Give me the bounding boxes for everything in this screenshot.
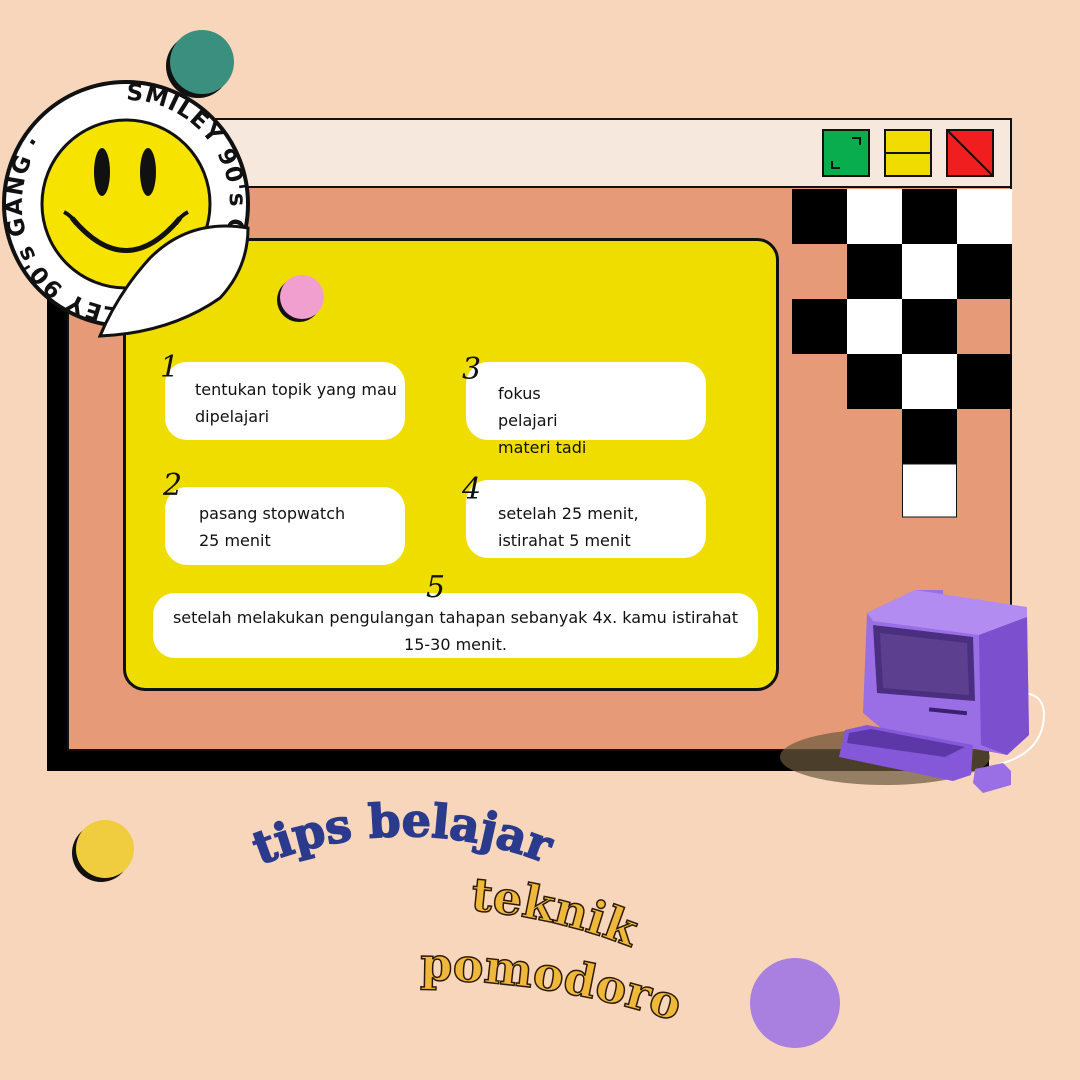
step-text-4: setelah 25 menit, istirahat 5 menit [498, 504, 639, 550]
minimize-icon [886, 152, 930, 154]
step-card-2: pasang stopwatch 25 menit [165, 487, 405, 565]
maximize-button[interactable] [822, 129, 870, 177]
smiley-sticker: SMILEY 90's GANG · SMILEY 90's GANG · [2, 80, 250, 338]
step-card-3: fokus pelajari materi tadi [466, 362, 706, 457]
minimize-button[interactable] [884, 129, 932, 177]
step-number-4: 4 [462, 472, 482, 507]
pink-dot [280, 275, 324, 319]
purple-dot [750, 958, 840, 1048]
retro-computer-icon [780, 590, 1045, 793]
step-number-2: 2 [163, 468, 183, 503]
step-card-1: tentukan topik yang mau dipelajari [165, 362, 405, 440]
yellow-dot [76, 820, 134, 878]
step-number-5: 5 [426, 570, 446, 605]
step-card-5: setelah melakukan pengulangan tahapan se… [153, 593, 758, 658]
step-text-1: tentukan topik yang mau dipelajari [195, 380, 397, 426]
step-text-5: setelah melakukan pengulangan tahapan se… [172, 608, 739, 654]
checkerboard-pattern [792, 189, 1012, 518]
title-line-1: tips belajar [245, 793, 560, 875]
maximize-icon [831, 137, 861, 169]
close-icon [948, 131, 992, 175]
step-number-1: 1 [160, 350, 180, 385]
step-text-2: pasang stopwatch 25 menit [199, 504, 346, 550]
close-button[interactable] [946, 129, 994, 177]
title-line-3: pomodoro [420, 937, 688, 1032]
title-group: tips belajar teknik pomodoro [245, 792, 689, 1032]
step-number-3: 3 [462, 352, 482, 387]
step-text-3: fokus pelajari materi tadi [498, 384, 587, 457]
step-card-4: setelah 25 menit, istirahat 5 menit [466, 480, 706, 558]
